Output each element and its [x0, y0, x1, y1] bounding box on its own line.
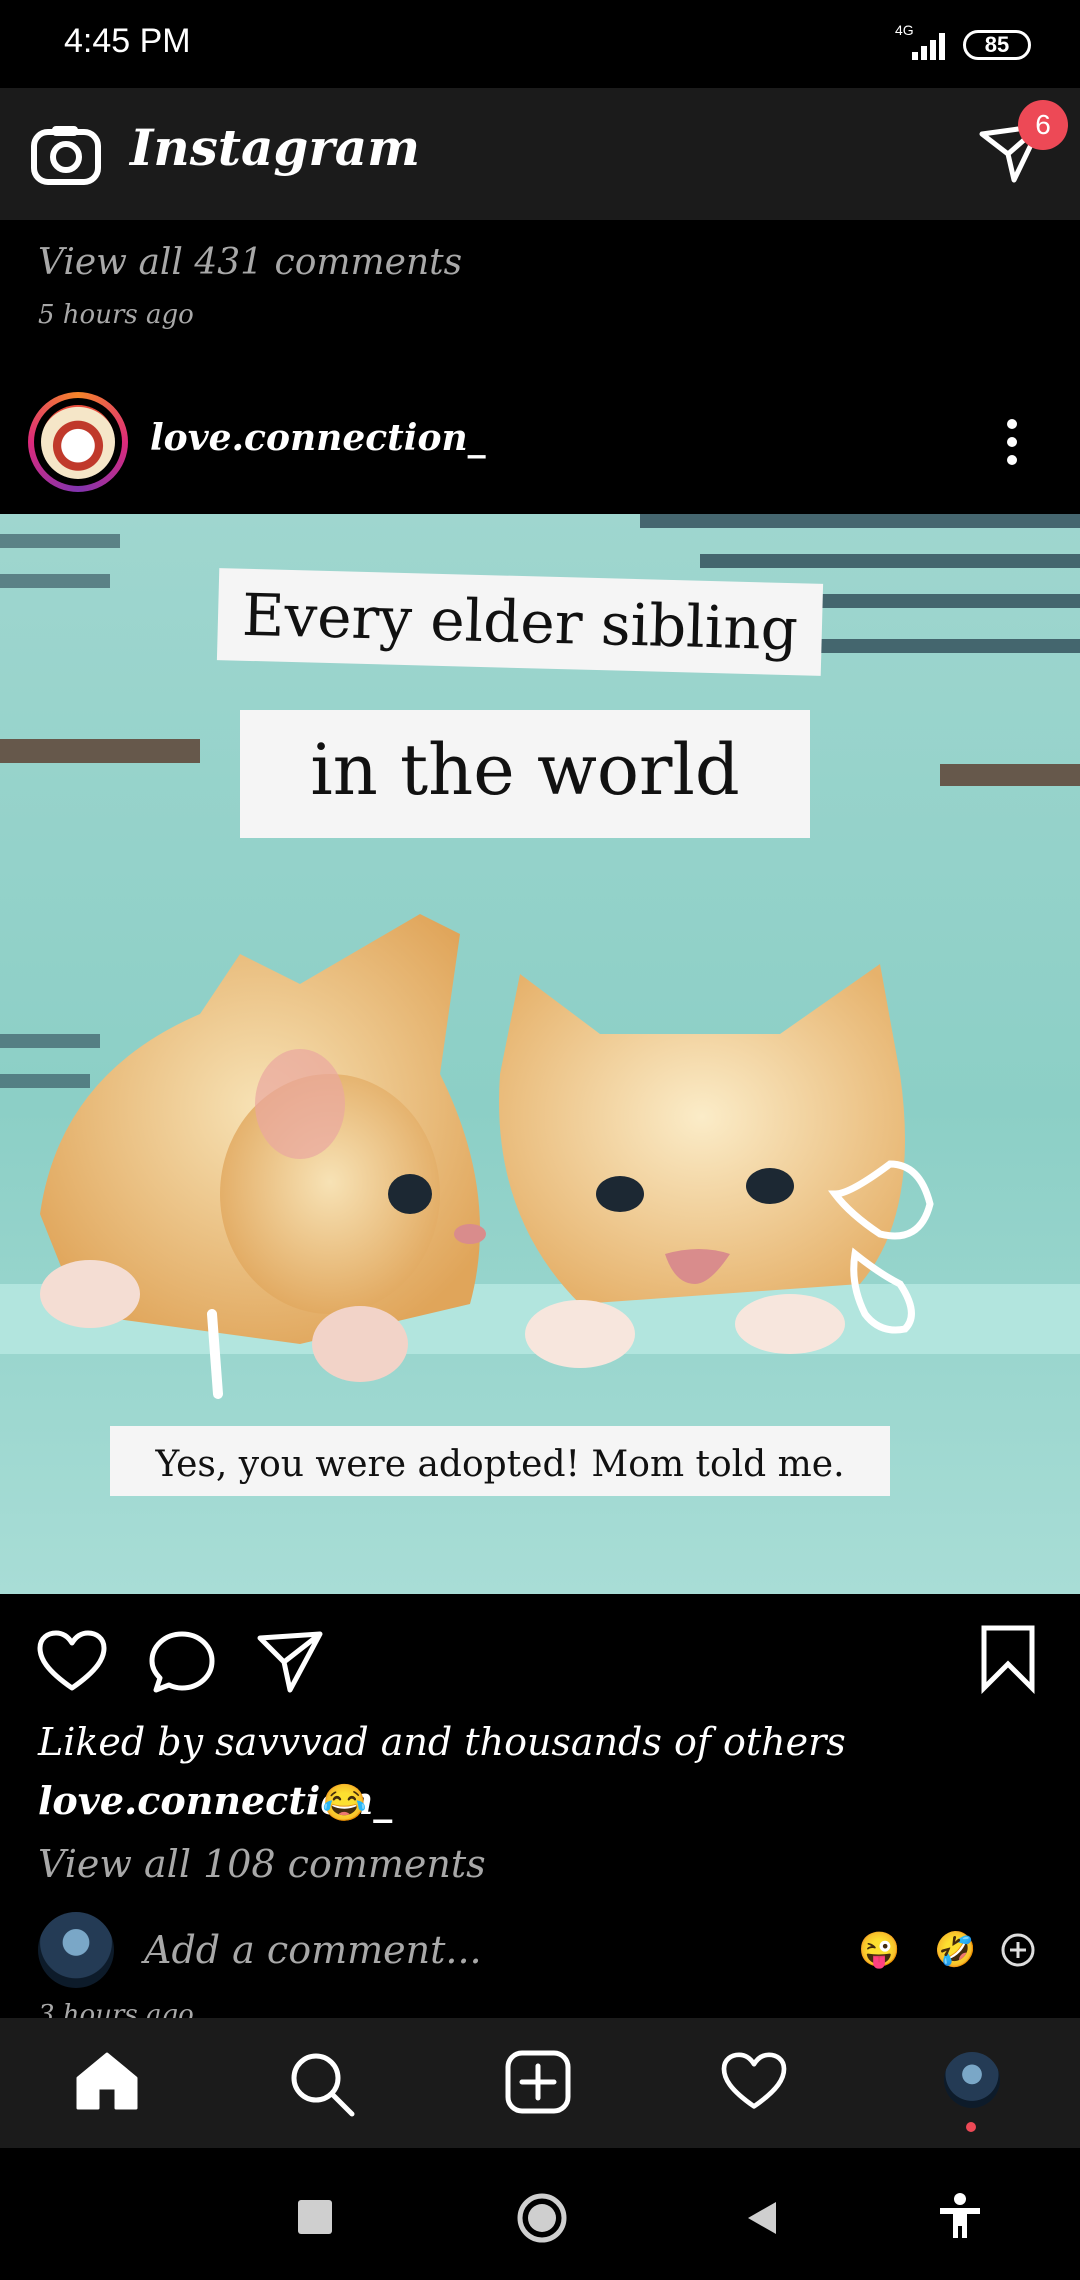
quick-emoji-winking-tongue[interactable]: 😜	[858, 1930, 900, 1970]
kittens-photo: Every elder sibling in the world Yes, yo…	[0, 514, 1080, 1594]
avatar[interactable]	[41, 405, 115, 479]
share-send-icon[interactable]	[256, 1630, 324, 1694]
post-image[interactable]: Every elder sibling in the world Yes, yo…	[0, 514, 1080, 1594]
post-timestamp: 5 hours ago	[38, 300, 194, 330]
profile-avatar[interactable]	[944, 2052, 1000, 2108]
home-icon[interactable]	[74, 2050, 140, 2112]
view-all-comments-link[interactable]: View all 108 comments	[38, 1842, 486, 1886]
like-heart-icon[interactable]	[36, 1630, 108, 1694]
current-user-avatar	[38, 1912, 114, 1988]
likes-summary[interactable]: Liked by savvvad and thousands of others	[38, 1720, 846, 1764]
search-icon[interactable]	[288, 2050, 356, 2118]
notification-dot	[966, 2122, 976, 2132]
accessibility-icon[interactable]	[938, 2192, 982, 2240]
caption-emoji: 😂	[322, 1783, 367, 1824]
add-emoji-icon[interactable]	[1000, 1932, 1036, 1968]
back-icon[interactable]	[744, 2198, 780, 2238]
activity-heart-icon[interactable]	[720, 2052, 788, 2112]
more-options-icon[interactable]	[1000, 418, 1024, 470]
add-comment-input[interactable]: Add a comment...	[144, 1928, 482, 1972]
image-text-line2: in the world	[310, 729, 739, 811]
camera-icon[interactable]	[30, 122, 102, 186]
signal-icon	[912, 33, 945, 60]
image-text-bottom: Yes, you were adopted! Mom told me.	[154, 1444, 844, 1485]
recent-apps-icon[interactable]	[298, 2200, 332, 2234]
home-circle-icon[interactable]	[516, 2192, 568, 2244]
new-post-icon[interactable]	[504, 2050, 572, 2114]
view-all-comments-link[interactable]: View all 431 comments	[38, 242, 462, 283]
instagram-logo: Instagram	[130, 118, 420, 177]
post-username[interactable]: love.connection_	[150, 417, 486, 459]
notification-badge: 6	[1018, 100, 1068, 150]
battery-indicator: 85	[963, 30, 1031, 60]
quick-emoji-rofl[interactable]: 🤣	[934, 1930, 976, 1970]
save-bookmark-icon[interactable]	[978, 1624, 1038, 1694]
comment-bubble-icon[interactable]	[148, 1630, 216, 1694]
image-text-line1: Every elder sibling	[241, 581, 798, 664]
status-time: 4:45 PM	[64, 22, 191, 60]
